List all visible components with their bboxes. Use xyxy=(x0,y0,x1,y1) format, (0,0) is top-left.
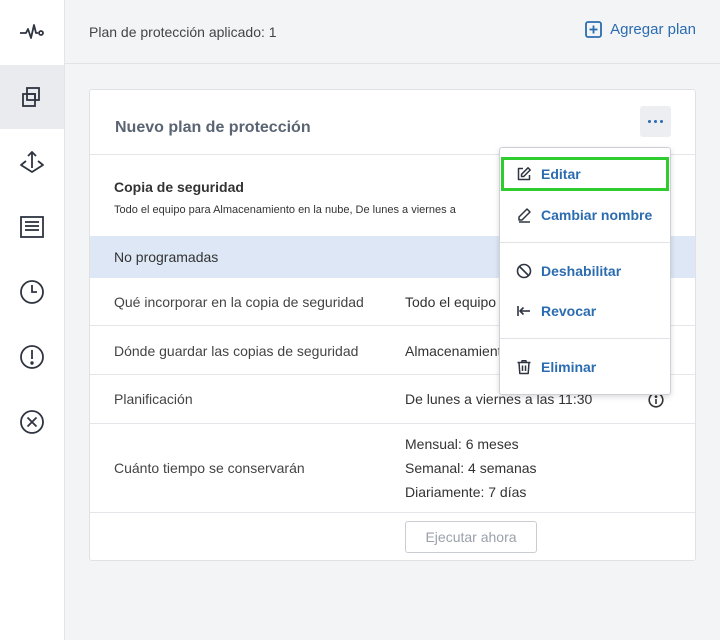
reports-icon xyxy=(20,216,44,238)
edit-icon xyxy=(517,167,531,181)
retention-monthly: Mensual: 6 meses xyxy=(405,436,519,452)
rail-item-recovery[interactable] xyxy=(0,130,64,194)
rail-item-history[interactable] xyxy=(0,260,64,324)
rail-item-reports[interactable] xyxy=(0,195,64,259)
add-plan-label: Agregar plan xyxy=(610,21,696,38)
revoke-icon xyxy=(517,306,530,316)
trash-icon xyxy=(517,360,531,375)
row-label-retention: Cuánto tiempo se conservarán xyxy=(114,460,305,476)
menu-item-label: Eliminar xyxy=(541,359,597,375)
rail-item-close[interactable] xyxy=(0,390,64,454)
menu-item-disable[interactable]: Deshabilitar xyxy=(500,254,670,288)
row-label-schedule: Planificación xyxy=(114,391,193,407)
recovery-icon xyxy=(20,151,44,173)
alert-icon xyxy=(20,345,44,369)
menu-item-delete[interactable]: Eliminar xyxy=(500,350,670,384)
menu-item-edit[interactable]: Editar xyxy=(501,157,669,191)
menu-item-revoke[interactable]: Revocar xyxy=(500,294,670,328)
rail-item-alerts[interactable] xyxy=(0,325,64,389)
rail-item-plans[interactable] xyxy=(0,65,64,129)
menu-divider xyxy=(500,338,670,339)
status-text: No programadas xyxy=(114,249,219,265)
clock-icon xyxy=(20,280,44,304)
disable-icon xyxy=(516,263,532,279)
top-bar: Plan de protección aplicado: 1 Agregar p… xyxy=(65,0,720,64)
rail-item-activity[interactable] xyxy=(0,0,64,64)
menu-item-label: Revocar xyxy=(541,303,597,319)
backup-description: Todo el equipo para Almacenamiento en la… xyxy=(114,204,456,216)
menu-item-label: Deshabilitar xyxy=(541,263,622,279)
menu-item-label: Cambiar nombre xyxy=(541,207,653,223)
run-now-button[interactable]: Ejecutar ahora xyxy=(405,521,537,553)
divider xyxy=(90,512,695,513)
plans-icon xyxy=(22,87,40,107)
plan-title: Nuevo plan de protección xyxy=(115,119,311,136)
more-dots-icon xyxy=(648,120,651,123)
more-actions-button[interactable] xyxy=(640,106,671,137)
activity-icon xyxy=(20,24,44,39)
menu-divider xyxy=(500,242,670,243)
close-circle-icon xyxy=(20,410,44,434)
add-plan-button[interactable]: Agregar plan xyxy=(585,21,696,38)
row-label-where: Dónde guardar las copias de seguridad xyxy=(114,343,359,359)
plus-square-icon xyxy=(585,21,602,38)
left-nav-rail xyxy=(0,0,65,640)
row-value-what: Todo el equipo xyxy=(405,294,497,310)
backup-title: Copia de seguridad xyxy=(114,179,244,195)
row-label-what: Qué incorporar en la copia de seguridad xyxy=(114,294,364,310)
retention-weekly: Semanal: 4 semanas xyxy=(405,460,537,476)
pen-icon xyxy=(518,208,531,223)
menu-item-rename[interactable]: Cambiar nombre xyxy=(500,198,670,232)
retention-daily: Diariamente: 7 días xyxy=(405,484,527,500)
applied-plans-text: Plan de protección aplicado: 1 xyxy=(89,24,277,40)
divider xyxy=(90,423,695,424)
plan-actions-menu: Editar Cambiar nombre Deshabilitar Revoc… xyxy=(499,147,671,395)
menu-item-label: Editar xyxy=(541,166,581,182)
